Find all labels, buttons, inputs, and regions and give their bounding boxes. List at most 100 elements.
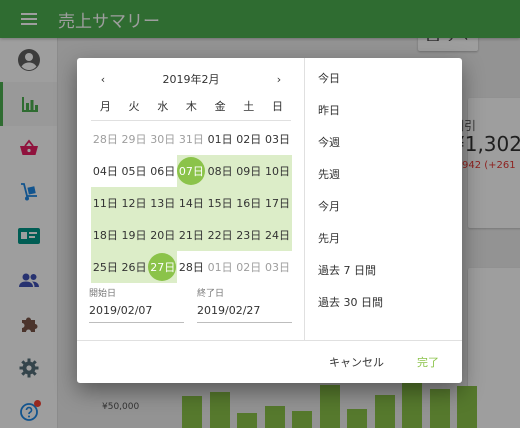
calendar-week: 11日 12日 13日 14日 15日 16日 17日 xyxy=(91,187,292,219)
calendar-day-label: 16日 xyxy=(236,197,262,210)
calendar-day[interactable]: 25日 xyxy=(91,251,120,283)
calendar-day[interactable]: 21日 xyxy=(177,219,206,251)
end-date-field[interactable]: 終了日 2019/02/27 xyxy=(197,286,292,323)
calendar-day[interactable]: 01日 xyxy=(206,251,235,283)
calendar-day[interactable]: 29日 xyxy=(120,123,149,155)
weekday-label: 日 xyxy=(271,100,283,113)
calendar-week: 25日 26日 27日 28日 01日 02日 03日 xyxy=(91,251,292,283)
weekday-label: 木 xyxy=(185,100,197,113)
weekday-label: 月 xyxy=(99,100,111,113)
calendar-day-label: 14日 xyxy=(178,197,204,210)
calendar-week: 18日 19日 20日 21日 22日 23日 24日 xyxy=(91,219,292,251)
calendar-day[interactable]: 03日 xyxy=(263,251,292,283)
calendar-header: ‹ 2019年2月 › xyxy=(91,66,291,92)
preset-today[interactable]: 今日 xyxy=(305,62,462,94)
calendar-day-label: 21日 xyxy=(178,229,204,242)
start-date-field[interactable]: 開始日 2019/02/07 xyxy=(89,286,184,323)
weekday-divider xyxy=(91,120,291,121)
calendar-day[interactable]: 12日 xyxy=(119,187,149,219)
calendar-day-label: 13日 xyxy=(150,197,176,210)
calendar-day-label: 06日 xyxy=(150,165,176,178)
calendar-day[interactable]: 13日 xyxy=(148,187,178,219)
cancel-button[interactable]: キャンセル xyxy=(329,354,384,370)
calendar-day[interactable]: 03日 xyxy=(263,123,292,155)
calendar-day[interactable]: 08日 xyxy=(205,155,235,187)
calendar-day-label: 01日 xyxy=(207,261,233,274)
calendar-grid: 28日 29日 30日 31日 01日 02日 03日 04日 05日 06日 07日 08日 09日 1… xyxy=(91,123,292,283)
calendar-day-label: 20日 xyxy=(150,229,176,242)
preset-last-week[interactable]: 先週 xyxy=(305,158,462,190)
calendar-day[interactable]: 09日 xyxy=(234,155,264,187)
calendar-day[interactable]: 15日 xyxy=(205,187,235,219)
calendar-day[interactable]: 30日 xyxy=(148,123,177,155)
calendar-day-label: 11日 xyxy=(92,197,118,210)
calendar-day[interactable]: 11日 xyxy=(91,187,120,219)
preset-yesterday[interactable]: 昨日 xyxy=(305,94,462,126)
done-button[interactable]: 完了 xyxy=(417,354,439,370)
calendar-day-label: 04日 xyxy=(92,165,118,178)
preset-last-30-days[interactable]: 過去 30 日間 xyxy=(305,286,462,318)
calendar-day-selected[interactable]: 27日 xyxy=(148,251,178,283)
weekday-label: 金 xyxy=(214,100,226,113)
calendar-day[interactable]: 06日 xyxy=(148,155,177,187)
calendar-day[interactable]: 02日 xyxy=(234,251,263,283)
calendar-day-label: 03日 xyxy=(264,261,290,274)
calendar-day-label: 18日 xyxy=(92,229,118,242)
calendar-day-label: 15日 xyxy=(207,197,233,210)
calendar-day[interactable]: 31日 xyxy=(177,123,206,155)
calendar-day[interactable]: 23日 xyxy=(234,219,264,251)
end-date-value[interactable]: 2019/02/27 xyxy=(197,304,292,323)
dialog-actions: キャンセル 完了 xyxy=(77,341,462,383)
calendar-day-label: 03日 xyxy=(264,133,290,146)
calendar-day[interactable]: 19日 xyxy=(119,219,149,251)
calendar-day-label: 17日 xyxy=(264,197,290,210)
calendar-day[interactable]: 22日 xyxy=(205,219,235,251)
month-label: 2019年2月 xyxy=(162,73,220,86)
calendar-day[interactable]: 18日 xyxy=(91,219,120,251)
calendar-day-label: 10日 xyxy=(264,165,290,178)
preset-this-week[interactable]: 今週 xyxy=(305,126,462,158)
preset-this-month[interactable]: 今月 xyxy=(305,190,462,222)
calendar-day-label: 02日 xyxy=(236,133,262,146)
calendar-day-label: 09日 xyxy=(236,165,262,178)
calendar-day-label: 23日 xyxy=(236,229,262,242)
start-date-label: 開始日 xyxy=(89,289,117,299)
calendar-day-label: 02日 xyxy=(236,261,262,274)
calendar-week: 28日 29日 30日 31日 01日 02日 03日 xyxy=(91,123,292,155)
end-date-label: 終了日 xyxy=(197,289,225,299)
calendar-day-label: 28日 xyxy=(178,261,204,274)
calendar-day-label: 07日 xyxy=(178,165,204,178)
calendar-day-label: 19日 xyxy=(121,229,147,242)
start-date-value[interactable]: 2019/02/07 xyxy=(89,304,184,323)
preset-last-month[interactable]: 先月 xyxy=(305,222,462,254)
calendar-day[interactable]: 26日 xyxy=(119,251,149,283)
calendar-day-label: 28日 xyxy=(92,133,118,146)
next-month-button[interactable]: › xyxy=(267,67,291,91)
calendar-day[interactable]: 10日 xyxy=(263,155,292,187)
weekday-header: 月 火 水 木 金 土 日 xyxy=(91,98,292,114)
calendar-day[interactable]: 16日 xyxy=(234,187,264,219)
calendar-day[interactable]: 01日 xyxy=(206,123,235,155)
calendar-day-label: 31日 xyxy=(178,133,204,146)
weekday-label: 火 xyxy=(128,100,140,113)
calendar-day[interactable]: 02日 xyxy=(234,123,263,155)
calendar-day-label: 27日 xyxy=(150,261,176,274)
date-range-dialog: ‹ 2019年2月 › 月 火 水 木 金 土 日 28日 29日 30日 31日 01… xyxy=(77,58,462,383)
calendar-day[interactable]: 28日 xyxy=(177,251,206,283)
calendar-day[interactable]: 28日 xyxy=(91,123,120,155)
calendar-day[interactable]: 05日 xyxy=(120,155,149,187)
calendar-day-label: 05日 xyxy=(121,165,147,178)
calendar-day[interactable]: 04日 xyxy=(91,155,120,187)
preset-last-7-days[interactable]: 過去 7 日間 xyxy=(305,254,462,286)
weekday-label: 土 xyxy=(243,100,255,113)
calendar-day[interactable]: 20日 xyxy=(148,219,178,251)
calendar-day[interactable]: 14日 xyxy=(177,187,206,219)
calendar-day-label: 29日 xyxy=(121,133,147,146)
calendar-day-label: 22日 xyxy=(207,229,233,242)
prev-month-button[interactable]: ‹ xyxy=(91,67,115,91)
preset-list: 今日 昨日 今週 先週 今月 先月 過去 7 日間 過去 30 日間 xyxy=(305,62,462,318)
calendar-day-label: 26日 xyxy=(121,261,147,274)
calendar-day[interactable]: 17日 xyxy=(263,187,292,219)
calendar-day[interactable]: 24日 xyxy=(263,219,292,251)
calendar-day-selected[interactable]: 07日 xyxy=(177,155,206,187)
